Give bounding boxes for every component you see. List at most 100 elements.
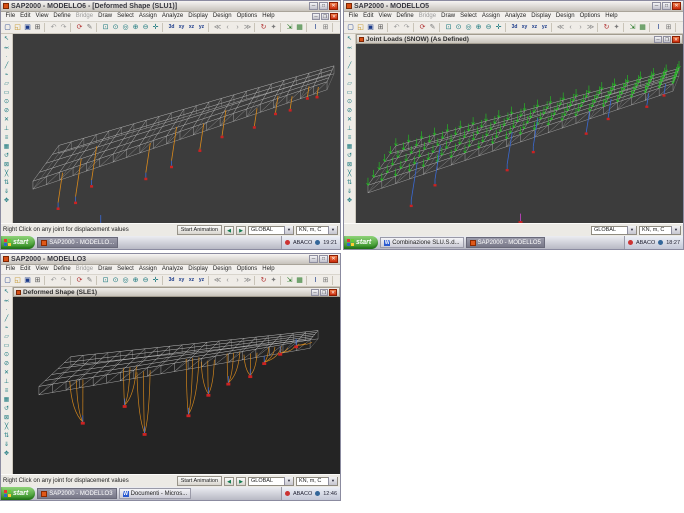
view-3d-icon[interactable]: 3d [167, 276, 176, 285]
start-animation-button[interactable]: Start Animation [177, 225, 222, 235]
move-view-icon[interactable]: ✥ [2, 197, 11, 206]
child-close-button[interactable]: ✕ [672, 36, 680, 43]
model-viewport[interactable] [356, 44, 683, 223]
perspective-toggle-icon[interactable]: ✦ [269, 276, 278, 285]
object-shrink-toggle-icon[interactable]: ⇲ [285, 23, 294, 32]
nav-prev-icon[interactable]: ‹ [223, 23, 232, 32]
draw-frame-shape-n-icon[interactable]: n [337, 23, 340, 32]
menu-select[interactable]: Select [115, 265, 137, 274]
draw-frame-icon[interactable]: ╱ [345, 62, 354, 71]
quick-draw-frame-icon[interactable]: ⌁ [2, 324, 11, 333]
flip-view-icon[interactable]: ⇅ [2, 179, 11, 188]
intersecting-line-select-icon[interactable]: ╳ [2, 423, 11, 432]
zoom-in-icon[interactable]: ⊕ [474, 23, 483, 32]
perspective-toggle-icon[interactable]: ✦ [269, 23, 278, 32]
tray-app-icon[interactable] [285, 491, 290, 496]
new-model-icon[interactable]: ▢ [346, 23, 355, 32]
rotate-view-icon[interactable]: ↻ [259, 23, 268, 32]
model-viewport[interactable] [13, 297, 340, 474]
menu-bridge[interactable]: Bridge [73, 12, 95, 21]
snap-gridline-icon[interactable]: ≡ [2, 134, 11, 143]
view-xz-icon[interactable]: xz [187, 276, 196, 285]
zoom-previous-icon[interactable]: ◎ [121, 23, 130, 32]
reshape-object-icon[interactable]: ⬹ [2, 297, 11, 306]
menu-define[interactable]: Define [51, 12, 73, 21]
taskbar-task[interactable]: WDocumenti - Micros... [119, 488, 192, 499]
tray-volume-icon[interactable] [315, 240, 320, 245]
menu-help[interactable]: Help [603, 12, 620, 21]
taskbar-task[interactable]: SAP2000 - MODELLO... [37, 237, 118, 248]
quick-draw-frame-icon[interactable]: ⌁ [345, 71, 354, 80]
snap-perpendicular-icon[interactable]: ⊥ [345, 125, 354, 134]
maximize-button[interactable]: □ [319, 255, 328, 263]
menu-edit[interactable]: Edit [18, 12, 33, 21]
reshape-object-icon[interactable]: ⬹ [2, 44, 11, 53]
child-restore-button[interactable]: ❐ [663, 36, 671, 43]
zoom-rubber-band-icon[interactable]: ⊡ [101, 23, 110, 32]
minimize-button[interactable]: ─ [309, 2, 318, 10]
child-restore-button[interactable]: ❐ [320, 289, 328, 296]
menu-draw[interactable]: Draw [96, 265, 115, 274]
menu-analyze[interactable]: Analyze [502, 12, 528, 21]
perspective-toggle-icon[interactable]: ✦ [612, 23, 621, 32]
menu-bridge[interactable]: Bridge [73, 265, 95, 274]
menu-design[interactable]: Design [210, 12, 234, 21]
open-model-icon[interactable]: ◱ [356, 23, 365, 32]
pointer-select-icon[interactable]: ↖ [345, 35, 354, 44]
animation-back-icon[interactable]: ◀ [224, 477, 234, 486]
tray-app-icon[interactable] [628, 240, 633, 245]
snap-perpendicular-icon[interactable]: ⊥ [2, 378, 11, 387]
start-button[interactable]: start [1, 487, 35, 500]
menu-view[interactable]: View [33, 12, 51, 21]
clear-selection-icon[interactable]: ⊠ [2, 161, 11, 170]
quick-draw-frame-icon[interactable]: ⌁ [2, 71, 11, 80]
snap-gridline-icon[interactable]: ≡ [345, 134, 354, 143]
menu-help[interactable]: Help [260, 265, 277, 274]
child-window-titlebar[interactable]: Deformed Shape (SLE1) ─ ❐ ✕ [13, 287, 340, 297]
mdi-minimize-button[interactable]: ─ [312, 13, 320, 20]
draw-frame-shape-n-icon[interactable]: n [680, 23, 683, 32]
snap-midpoint-icon[interactable]: ⊘ [2, 360, 11, 369]
animation-back-icon[interactable]: ◀ [224, 226, 234, 235]
snap-joint-icon[interactable]: ⊙ [2, 98, 11, 107]
units-select[interactable]: KN, m, C ▼ [639, 226, 681, 235]
assign-frame-section-icon[interactable]: I [311, 23, 320, 32]
close-button[interactable]: ✕ [329, 2, 338, 10]
print-icon[interactable]: ⊞ [376, 23, 385, 32]
menu-design[interactable]: Design [553, 12, 577, 21]
snap-gridline-icon[interactable]: ≡ [2, 387, 11, 396]
save-model-icon[interactable]: ▣ [23, 23, 32, 32]
menu-draw[interactable]: Draw [96, 12, 115, 21]
window-titlebar[interactable]: SAP2000 - MODELLO3 ─ □ ✕ [1, 254, 340, 265]
animation-forward-icon[interactable]: ▶ [236, 226, 246, 235]
snap-intersection-icon[interactable]: ✕ [2, 369, 11, 378]
restore-previous-selection-icon[interactable]: ↺ [2, 152, 11, 161]
start-button[interactable]: start [344, 236, 378, 249]
tray-volume-icon[interactable] [658, 240, 663, 245]
undo-icon[interactable]: ↶ [49, 276, 58, 285]
new-model-icon[interactable]: ▢ [3, 23, 12, 32]
child-window-titlebar[interactable]: Joint Loads (SNOW) (As Defined) ─ ❐ ✕ [356, 34, 683, 44]
view-yz-icon[interactable]: yz [540, 23, 549, 32]
zoom-full-icon[interactable]: ⊙ [454, 23, 463, 32]
snap-joint-icon[interactable]: ⊙ [345, 98, 354, 107]
redo-icon[interactable]: ↷ [59, 23, 68, 32]
pan-icon[interactable]: ✛ [151, 276, 160, 285]
snap-midpoint-icon[interactable]: ⊘ [2, 107, 11, 116]
menu-draw[interactable]: Draw [439, 12, 458, 21]
move-view-icon[interactable]: ✥ [345, 197, 354, 206]
menu-assign[interactable]: Assign [479, 12, 502, 21]
rotate-view-icon[interactable]: ↻ [259, 276, 268, 285]
pointer-select-icon[interactable]: ↖ [2, 288, 11, 297]
maximize-button[interactable]: □ [662, 2, 671, 10]
select-all-icon[interactable]: ▦ [345, 143, 354, 152]
snap-intersection-icon[interactable]: ✕ [345, 116, 354, 125]
pan-icon[interactable]: ✛ [494, 23, 503, 32]
lock-model-icon[interactable]: ✎ [428, 23, 437, 32]
menu-file[interactable]: File [3, 12, 18, 21]
animation-forward-icon[interactable]: ▶ [236, 477, 246, 486]
view-yz-icon[interactable]: yz [197, 23, 206, 32]
menu-options[interactable]: Options [577, 12, 603, 21]
snap-intersection-icon[interactable]: ✕ [2, 116, 11, 125]
zoom-rubber-band-icon[interactable]: ⊡ [101, 276, 110, 285]
